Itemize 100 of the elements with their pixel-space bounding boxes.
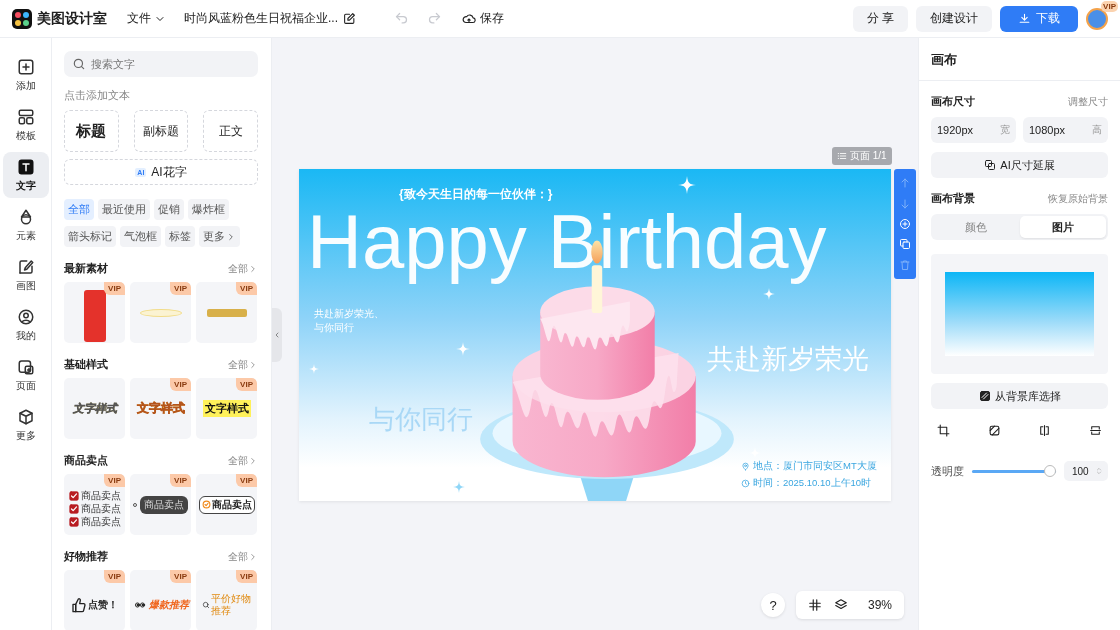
see-all-link[interactable]: 全部 (228, 357, 258, 372)
sample-text: 商品卖点 (80, 489, 121, 502)
file-menu[interactable]: 文件 (127, 10, 166, 27)
section-label: 画布背景 (931, 191, 975, 206)
opacity-field[interactable]: 100 (1064, 461, 1108, 481)
sparkle-shape (453, 481, 465, 493)
category-tag[interactable]: 标签 (165, 226, 195, 247)
save-button[interactable]: 保存 (462, 10, 504, 27)
sample-text: 文字样式 (72, 401, 117, 416)
vip-badge: VIP (236, 570, 257, 583)
checkbox-icon (68, 503, 79, 514)
add-icon[interactable] (899, 217, 911, 230)
section-title: 最新素材 (64, 261, 108, 276)
style-tile[interactable]: VIP 平价好物推荐 (196, 570, 257, 630)
style-tile[interactable]: VIP 商品卖点 (196, 474, 257, 535)
search-field[interactable]: 搜索文字 (64, 51, 258, 77)
zoom-level[interactable]: 39% (868, 598, 893, 612)
style-tile[interactable]: VIP 点赞！ (64, 570, 125, 630)
avatar[interactable] (1086, 7, 1108, 30)
sidebar-item[interactable]: 添加 (2, 52, 49, 98)
download-button[interactable]: 下载 (1000, 5, 1078, 32)
document-title[interactable]: 时尚风蓝粉色生日祝福企业... (184, 10, 338, 27)
vip-badge: VIP (236, 474, 257, 487)
vip-badge: VIP (104, 282, 125, 295)
chevron-left-icon (273, 330, 281, 340)
text-icon (16, 157, 35, 176)
sparkle-shape (456, 342, 470, 356)
app-name: 美图设计室 (37, 9, 107, 28)
section-label: 点击添加文本 (64, 88, 131, 103)
sidebar-item[interactable]: 更多 (2, 402, 49, 448)
help-button[interactable]: ? (761, 593, 785, 617)
pattern-icon (978, 390, 991, 402)
layers-icon[interactable] (834, 598, 848, 612)
background-library-button[interactable]: 从背景库选择 (931, 383, 1108, 409)
add-text-button[interactable]: 副标题 (133, 110, 189, 152)
style-tile[interactable]: VIP 爆款推荐 (130, 570, 191, 630)
sidebar-item[interactable]: 元素 (2, 202, 49, 248)
add-text-button[interactable]: 标题 (64, 110, 119, 152)
collapse-handle[interactable] (272, 308, 282, 362)
style-tile[interactable]: 文字样式 (64, 378, 125, 439)
sidebar-item[interactable]: 模板 (2, 102, 49, 148)
vip-badge: VIP (170, 474, 191, 487)
sidebar-item[interactable]: 我的 (2, 302, 49, 348)
section-label: 画布尺寸 (931, 94, 975, 109)
slider-thumb[interactable] (1044, 465, 1056, 477)
sample-text: 爆款推荐 (149, 597, 189, 612)
opacity-slider[interactable] (972, 465, 1056, 477)
more-icon (16, 407, 35, 426)
toolbar-button[interactable]: 创建设计 (916, 5, 992, 32)
flip-vertical-icon[interactable] (1088, 424, 1102, 437)
see-all-link[interactable]: 全部 (228, 453, 258, 468)
resize-icon (984, 159, 997, 171)
see-all-link[interactable]: 全部 (228, 261, 258, 276)
ai-extend-button[interactable]: AI尺寸延展 (931, 152, 1108, 178)
sparkle-shape (763, 288, 775, 300)
category-tag[interactable]: 箭头标记 (64, 226, 116, 247)
add-text-button[interactable]: 正文 (203, 110, 258, 152)
check-circle-icon (201, 500, 211, 509)
background-tab[interactable]: 图片 (1019, 216, 1106, 238)
category-tag[interactable]: 全部 (64, 199, 94, 220)
category-tag[interactable]: 爆炸框 (188, 199, 229, 220)
category-tag[interactable]: 更多 (199, 226, 240, 247)
slogan-text: 共赴新岁荣光 (707, 343, 869, 376)
crop-icon[interactable] (937, 424, 950, 437)
style-tile[interactable]: VIP 商品卖点 商品卖点 商品卖点 (64, 474, 125, 535)
poster-preview (83, 289, 106, 342)
edit-icon[interactable] (343, 12, 356, 25)
user-icon (16, 307, 35, 326)
sidebar-item[interactable]: 画图 (2, 252, 49, 298)
see-all-link[interactable]: 全部 (228, 549, 258, 564)
reset-link[interactable]: 调整尺寸 (1068, 94, 1108, 109)
clock-icon (741, 479, 750, 488)
sparkle-shape (309, 364, 319, 374)
checkbox-icon (68, 516, 79, 527)
sidebar-item[interactable]: 文字 (2, 152, 49, 198)
copy-icon[interactable] (899, 238, 911, 251)
style-tile[interactable]: VIP 商品卖点 (130, 474, 191, 535)
pattern-icon[interactable] (987, 424, 1001, 437)
sample-text: 商品卖点 (80, 515, 121, 528)
category-tag[interactable]: 最近使用 (98, 199, 150, 220)
style-tile[interactable]: VIP (196, 282, 257, 343)
vip-badge: VIP (170, 282, 191, 295)
style-tile[interactable]: VIP 文字样式 (130, 378, 191, 439)
toolbar-button[interactable]: 分 享 (852, 5, 908, 32)
reset-link[interactable]: 恢复原始背景 (1048, 191, 1108, 206)
size-field[interactable]: 1920px 宽 (931, 117, 1016, 143)
sample-text: 平价好物推荐 (210, 592, 252, 617)
style-tile[interactable]: VIP 文字样式 (196, 378, 257, 439)
category-tag[interactable]: 促销 (154, 199, 184, 220)
sidebar-item[interactable]: 页面 (2, 352, 49, 398)
size-field[interactable]: 1080px 高 (1023, 117, 1108, 143)
style-tile[interactable]: VIP (130, 282, 191, 343)
cloud-icon (462, 11, 476, 26)
sparkle-shape (678, 176, 696, 194)
vip-badge: VIP (236, 282, 257, 295)
note-text: 与你同行 (314, 321, 354, 335)
category-tag[interactable]: 气泡框 (120, 226, 161, 247)
flip-horizontal-icon[interactable] (1038, 424, 1052, 437)
style-tile[interactable]: VIP (64, 282, 125, 343)
grid-icon[interactable] (808, 598, 822, 612)
